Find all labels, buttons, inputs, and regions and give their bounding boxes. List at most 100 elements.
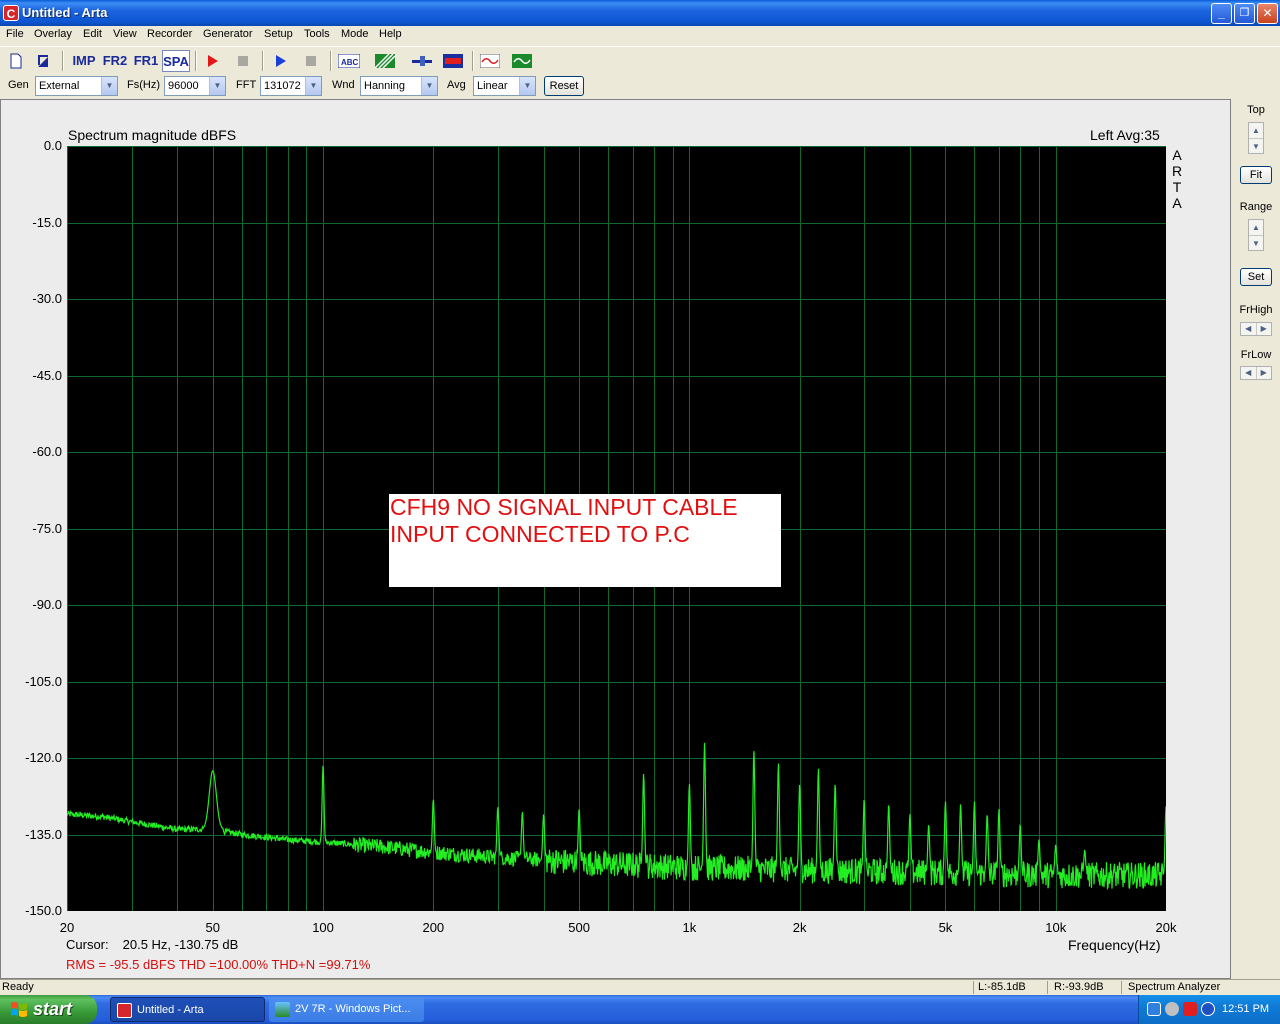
x-tick-label: 50 [205, 920, 220, 935]
y-tick-label: -150.0 [25, 903, 62, 918]
chevron-left-icon[interactable]: ◀ [1241, 323, 1256, 335]
plot-title: Spectrum magnitude dBFS [68, 127, 237, 143]
x-axis-title: Frequency(Hz) [1068, 937, 1161, 953]
fit-button[interactable]: Fit [1240, 166, 1272, 184]
oscilloscope-red-icon[interactable] [478, 50, 502, 72]
y-tick-label: -135.0 [25, 826, 62, 842]
open-file-icon[interactable] [32, 50, 56, 72]
record-play-icon[interactable] [201, 50, 225, 72]
chevron-down-icon[interactable]: ▼ [101, 77, 117, 95]
cursor-value: 20.5 Hz, -130.75 dB [122, 937, 239, 952]
fft-select[interactable]: 131072 ▼ [260, 76, 322, 96]
y-tick-label: -15.0 [32, 214, 62, 230]
wnd-label: Wnd [332, 79, 355, 91]
security-shield-icon[interactable] [1183, 1002, 1197, 1016]
x-tick-label: 5k [938, 920, 953, 935]
annotation-note[interactable]: CFH9 NO SIGNAL INPUT CABLE INPUT CONNECT… [389, 494, 781, 587]
chart-stripes-icon[interactable] [373, 50, 397, 72]
range-spinner[interactable]: ▲ ▼ [1248, 219, 1264, 251]
menu-view[interactable]: View [113, 28, 137, 40]
chevron-up-icon[interactable]: ▲ [1249, 123, 1263, 138]
spa-mode-button[interactable]: SPA [162, 50, 190, 72]
frlow-spinner[interactable]: ◀ ▶ [1240, 366, 1272, 380]
main-toolbar: IMP FR2 FR1 SPA ABC [0, 46, 1280, 72]
chevron-down-icon[interactable]: ▼ [1249, 235, 1263, 250]
menu-mode[interactable]: Mode [341, 28, 369, 40]
mode-indicator: Spectrum Analyzer [1128, 981, 1221, 993]
chevron-up-icon[interactable]: ▲ [1249, 220, 1263, 235]
chevron-down-icon[interactable]: ▼ [421, 77, 437, 95]
top-label: Top [1247, 104, 1265, 116]
system-tray: 12:51 PM [1138, 995, 1280, 1024]
generator-play-icon[interactable] [269, 50, 293, 72]
y-tick-label: -90.0 [32, 597, 62, 612]
menu-help[interactable]: Help [379, 28, 402, 40]
chevron-down-icon[interactable]: ▼ [305, 77, 321, 95]
menu-bar: File Overlay Edit View Recorder Generato… [0, 26, 1280, 44]
measurement-readout: RMS = -95.5 dBFS THD =100.00% THD+N =99.… [66, 957, 371, 972]
taskbar-item-picture-viewer[interactable]: 2V 7R - Windows Pict... [269, 997, 424, 1022]
x-tick-label: 10k [1045, 920, 1067, 935]
chevron-right-icon[interactable]: ▶ [1255, 367, 1272, 379]
record-stop-icon[interactable] [231, 50, 255, 72]
reset-button[interactable]: Reset [544, 76, 584, 96]
chevron-right-icon[interactable]: ▶ [1255, 323, 1272, 335]
window-title: Untitled - Arta [22, 5, 108, 20]
maximize-button[interactable]: ❐ [1234, 3, 1255, 24]
chevron-down-icon[interactable]: ▼ [209, 77, 225, 95]
x-tick-label: 2k [792, 920, 807, 935]
oscilloscope-green-icon[interactable] [510, 50, 534, 72]
frlow-label: FrLow [1240, 349, 1272, 361]
windows-logo-icon [11, 1002, 27, 1017]
x-tick-label: 20 [59, 920, 75, 935]
taskbar-item-arta[interactable]: Untitled - Arta [110, 997, 265, 1022]
fr2-mode-button[interactable]: FR2 [101, 50, 129, 72]
abc-overlay-icon[interactable]: ABC [337, 50, 361, 72]
slider-icon[interactable] [410, 50, 434, 72]
chevron-down-icon[interactable]: ▼ [1249, 138, 1263, 153]
arta-logo-icon[interactable]: C [3, 5, 19, 21]
y-tick-label: -45.0 [32, 367, 62, 383]
fr1-mode-button[interactable]: FR1 [132, 50, 160, 72]
menu-file[interactable]: File [6, 28, 24, 40]
impulse-mode-button[interactable]: IMP [70, 50, 98, 72]
start-button[interactable]: start [0, 995, 97, 1024]
avg-select[interactable]: Linear ▼ [473, 76, 536, 96]
minimize-button[interactable]: _ [1211, 3, 1232, 24]
frhigh-spinner[interactable]: ◀ ▶ [1240, 322, 1272, 336]
new-file-icon[interactable] [4, 50, 28, 72]
gen-label: Gen [8, 79, 29, 91]
menu-generator[interactable]: Generator [203, 28, 253, 40]
top-spinner[interactable]: ▲ ▼ [1248, 122, 1264, 154]
antivirus-icon[interactable] [1201, 1002, 1215, 1016]
chevron-left-icon[interactable]: ◀ [1241, 367, 1256, 379]
x-tick-label: 1k [682, 920, 697, 935]
menu-edit[interactable]: Edit [83, 28, 102, 40]
menu-tools[interactable]: Tools [304, 28, 330, 40]
clock: 12:51 PM [1222, 1003, 1270, 1015]
x-tick-label: 100 [312, 920, 334, 935]
y-tick-label: -75.0 [32, 520, 62, 536]
close-button[interactable]: ✕ [1257, 3, 1278, 24]
picture-viewer-icon [275, 1002, 290, 1017]
set-button[interactable]: Set [1240, 268, 1272, 286]
cursor-label: Cursor: [66, 937, 109, 952]
network-icon[interactable] [1147, 1002, 1161, 1016]
menu-recorder[interactable]: Recorder [147, 28, 192, 40]
avg-label: Avg [447, 79, 466, 91]
right-level: R:-93.9dB [1054, 981, 1104, 993]
menu-overlay[interactable]: Overlay [34, 28, 72, 40]
menu-setup[interactable]: Setup [264, 28, 293, 40]
left-level: L:-85.1dB [978, 981, 1026, 993]
y-tick-label: -120.0 [25, 750, 62, 765]
title-bar[interactable]: C Untitled - Arta _ ❐ ✕ [0, 0, 1280, 26]
generator-stop-icon[interactable] [299, 50, 323, 72]
level-meter-icon[interactable] [441, 50, 465, 72]
chevron-down-icon[interactable]: ▼ [519, 77, 535, 95]
spectrum-series-line [67, 742, 1166, 891]
status-bar: Ready L:-85.1dB R:-93.9dB Spectrum Analy… [0, 979, 1280, 995]
wnd-select[interactable]: Hanning ▼ [360, 76, 438, 96]
gen-select[interactable]: External ▼ [35, 76, 118, 96]
speaker-icon[interactable] [1165, 1002, 1179, 1016]
fs-select[interactable]: 96000 ▼ [164, 76, 226, 96]
